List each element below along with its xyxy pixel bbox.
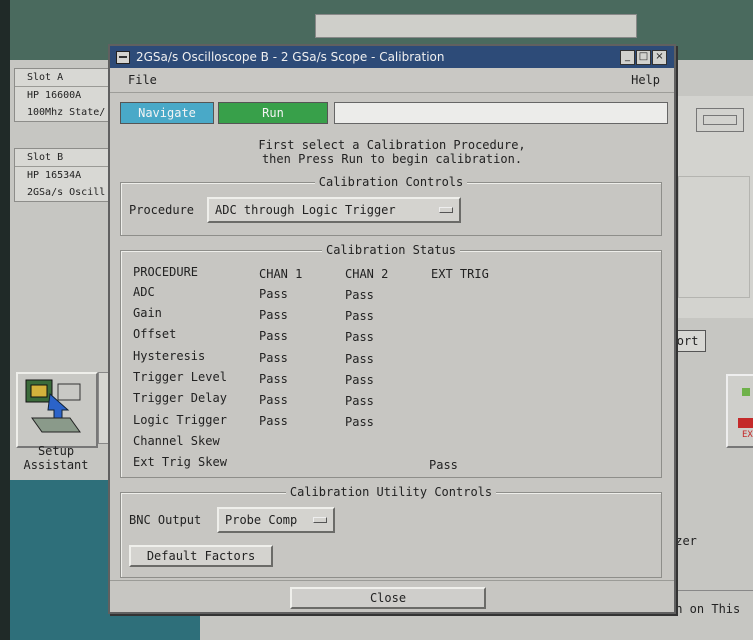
calibration-controls-group: Calibration Controls Procedure ADC throu… [120,175,662,236]
exit-tile-label: EX [742,430,753,440]
navigation-bar: Navigate Run [120,102,668,124]
dropdown-arrow-icon [439,207,453,213]
window-menu-icon[interactable] [116,51,130,64]
procedure-dropdown[interactable]: ADC through Logic Trigger [207,197,461,223]
background-module-view [666,96,753,318]
row-chan1: Pass [259,414,288,428]
slot-a-desc: 100Mhz State/ [27,107,106,118]
row-chan2: Pass [345,309,374,323]
slot-a-model: HP 16600A [27,90,82,101]
bnc-output-dropdown[interactable]: Probe Comp [217,507,335,533]
calibration-window: 2GSa/s Oscilloscope B - 2 GSa/s Scope - … [108,44,676,614]
row-procedure: Channel Skew [133,434,220,448]
menu-bar: File Help [110,68,674,93]
slot-a-title: Slot A [15,69,115,87]
calibration-status-group: Calibration Status PROCEDURE CHAN 1 CHAN… [120,243,662,478]
row-chan2: Pass [345,415,374,429]
instructions-line-2: then Press Run to begin calibration. [261,152,523,166]
window-titlebar[interactable]: 2GSa/s Oscilloscope B - 2 GSa/s Scope - … [110,46,674,68]
row-chan1: Pass [259,329,288,343]
bnc-output-value: Probe Comp [225,513,298,527]
exit-tile[interactable]: EX [726,374,753,448]
minimize-icon: _ [625,51,630,62]
setup-assistant-icon [25,379,81,433]
module-slot-icon [696,108,744,132]
calibration-status-title: Calibration Status [321,243,461,257]
header-ext-trig: EXT TRIG [431,267,489,281]
row-chan2: Pass [345,288,374,302]
instructions-text: First select a Calibration Procedure, th… [120,138,664,166]
calibration-utility-title: Calibration Utility Controls [285,485,497,499]
slot-b-title: Slot B [15,149,115,167]
background-window-titlebar [315,14,637,38]
row-procedure: Hysteresis [133,349,206,363]
green-indicator-icon [742,388,750,396]
red-indicator-icon [738,418,753,428]
window-title: 2GSa/s Oscilloscope B - 2 GSa/s Scope - … [136,50,445,64]
close-button[interactable]: Close [290,587,486,609]
row-ext: Pass [429,458,458,472]
menu-file[interactable]: File [128,68,157,92]
row-procedure: Offset [133,327,177,341]
slot-b-card[interactable]: Slot B HP 16534A 2GSa/s Oscill [14,148,116,202]
close-icon: × [655,51,664,62]
setup-assistant-label: Setup Assistant [23,444,89,472]
slot-b-model: HP 16534A [27,170,82,181]
row-procedure: ADC [133,285,155,299]
row-chan1: Pass [259,351,288,365]
maximize-button[interactable]: □ [636,50,651,65]
row-chan1: Pass [259,308,288,322]
setup-assistant-button[interactable] [16,372,98,448]
minimize-button[interactable]: _ [620,50,635,65]
maximize-icon: □ [638,51,649,62]
footer-divider [110,580,674,581]
procedure-label: Procedure [129,203,195,217]
slot-a-card[interactable]: Slot A HP 16600A 100Mhz State/ [14,68,116,122]
background-divider [666,590,753,591]
module-outline [678,176,750,298]
run-button[interactable]: Run [218,102,328,124]
row-procedure: Trigger Level [133,370,227,384]
row-chan1: Pass [259,372,288,386]
row-chan1: Pass [259,287,288,301]
background-text-on-this: on on This [668,602,741,616]
navigate-button[interactable]: Navigate [120,102,214,124]
default-factors-button[interactable]: Default Factors [129,545,273,567]
header-procedure: PROCEDURE [133,265,199,279]
slot-b-desc: 2GSa/s Oscill [27,187,106,198]
status-message-field [334,102,668,124]
row-procedure: Ext Trig Skew [133,455,227,469]
header-chan2: CHAN 2 [345,267,389,281]
procedure-value: ADC through Logic Trigger [215,203,396,217]
calibration-utility-group: Calibration Utility Controls BNC Output … [120,485,662,578]
screen-bezel [0,0,10,640]
row-procedure: Gain [133,306,162,320]
row-chan1: Pass [259,393,288,407]
row-chan2: Pass [345,330,374,344]
calibration-controls-title: Calibration Controls [314,175,468,189]
row-procedure: Logic Trigger [133,413,227,427]
row-procedure: Trigger Delay [133,391,227,405]
dropdown-arrow-icon [313,517,327,523]
header-chan1: CHAN 1 [259,267,303,281]
row-chan2: Pass [345,394,374,408]
row-chan2: Pass [345,352,374,366]
instructions-line-1: First select a Calibration Procedure, [258,138,526,152]
bnc-output-label: BNC Output [129,513,202,527]
close-window-button[interactable]: × [652,50,667,65]
row-chan2: Pass [345,373,374,387]
menu-help[interactable]: Help [631,68,660,92]
